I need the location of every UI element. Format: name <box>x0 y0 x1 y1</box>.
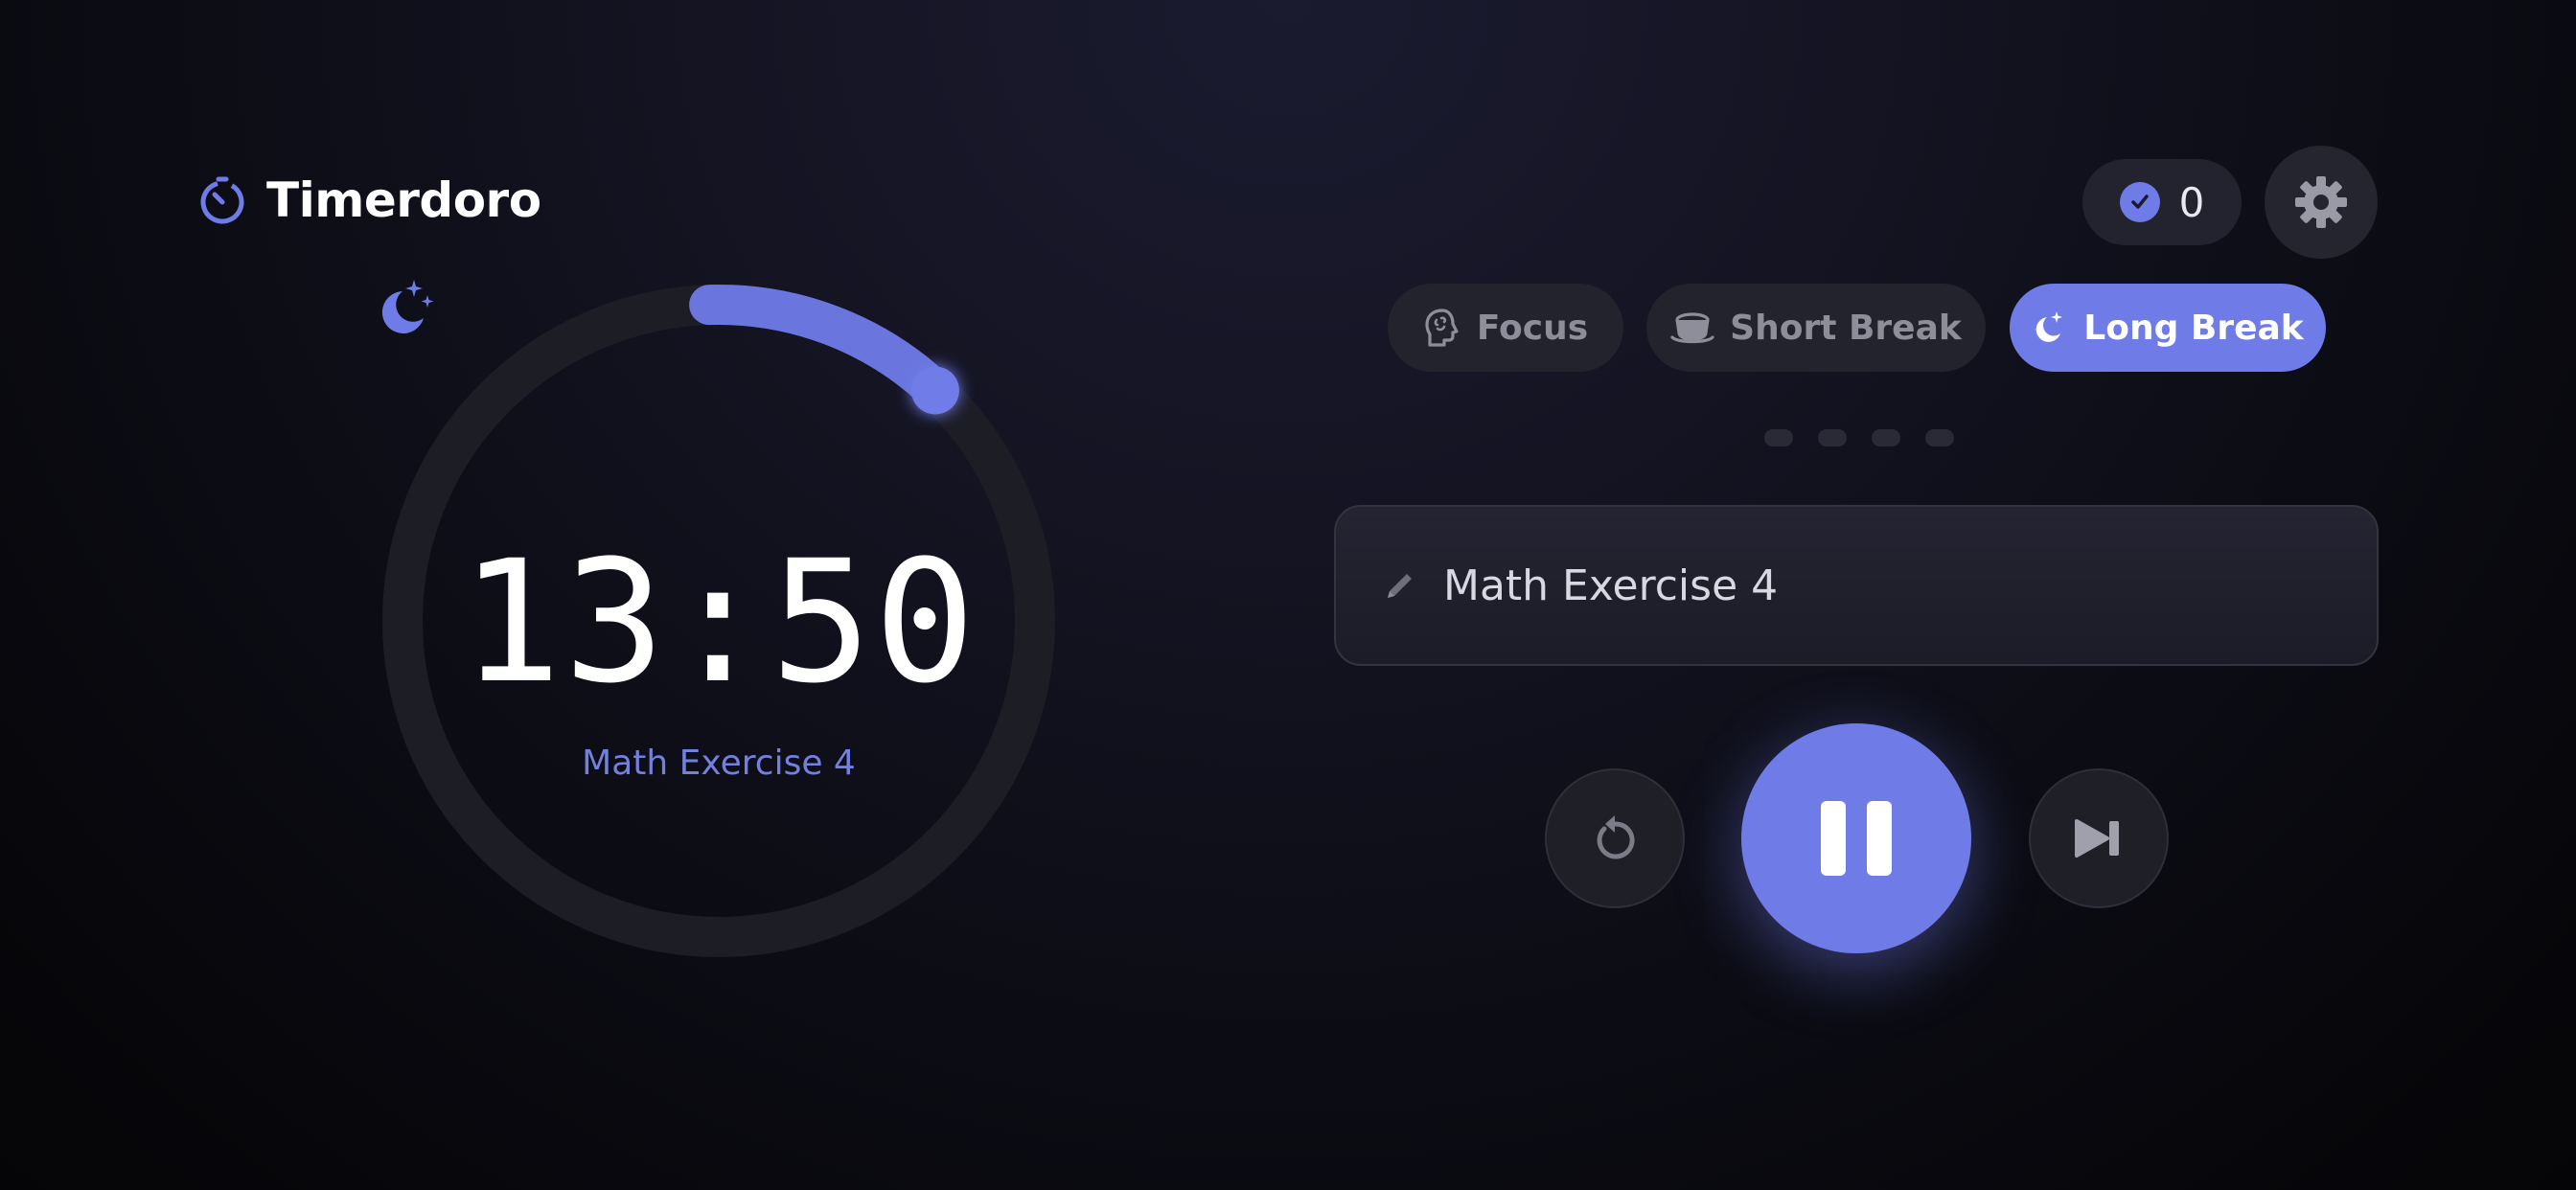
app-title: Timerdoro <box>266 172 541 228</box>
timer-display: 13:50 <box>460 524 978 721</box>
completed-counter: 0 <box>2082 159 2242 245</box>
completed-count: 0 <box>2178 178 2205 226</box>
timer-dial: 13:50 Math Exercise 4 <box>374 276 1064 966</box>
brain-head-icon <box>1425 309 1459 347</box>
reset-button[interactable] <box>1545 768 1685 908</box>
pencil-icon <box>1388 574 1412 598</box>
check-circle-icon <box>2119 182 2160 222</box>
session-dot <box>1925 429 1954 446</box>
app-root: Timerdoro 0 13:50 Math Exercise 4 Focus … <box>0 0 2576 1190</box>
session-dot <box>1764 429 1793 446</box>
coffee-cup-icon <box>1670 312 1714 344</box>
progress-knob <box>910 366 959 415</box>
tab-long-break[interactable]: Long Break <box>2010 284 2326 372</box>
current-task-label: Math Exercise 4 <box>582 744 856 783</box>
session-indicator <box>1764 429 1954 446</box>
reset-icon <box>1597 815 1635 859</box>
skip-button[interactable] <box>2029 768 2169 908</box>
settings-button[interactable] <box>2265 146 2378 259</box>
tab-short-break-label: Short Break <box>1730 308 1962 348</box>
tab-long-break-label: Long Break <box>2083 308 2304 348</box>
tab-focus[interactable]: Focus <box>1388 284 1623 372</box>
pause-button[interactable] <box>1741 723 1971 953</box>
brand: Timerdoro <box>197 172 541 228</box>
tab-short-break[interactable]: Short Break <box>1646 284 1986 372</box>
pause-icon <box>1867 801 1892 876</box>
session-dot <box>1872 429 1900 446</box>
session-dot <box>1818 429 1847 446</box>
skip-next-icon <box>2075 819 2119 858</box>
task-input-value: Math Exercise 4 <box>1443 561 1779 610</box>
mode-tabs: Focus Short Break Long Break <box>0 284 2576 372</box>
gear-icon <box>2295 176 2347 228</box>
moon-stars-icon <box>2036 311 2063 342</box>
tab-focus-label: Focus <box>1476 308 1589 348</box>
pause-icon <box>1821 801 1846 876</box>
timer-icon <box>200 176 244 224</box>
task-input[interactable]: Math Exercise 4 <box>1334 505 2379 666</box>
